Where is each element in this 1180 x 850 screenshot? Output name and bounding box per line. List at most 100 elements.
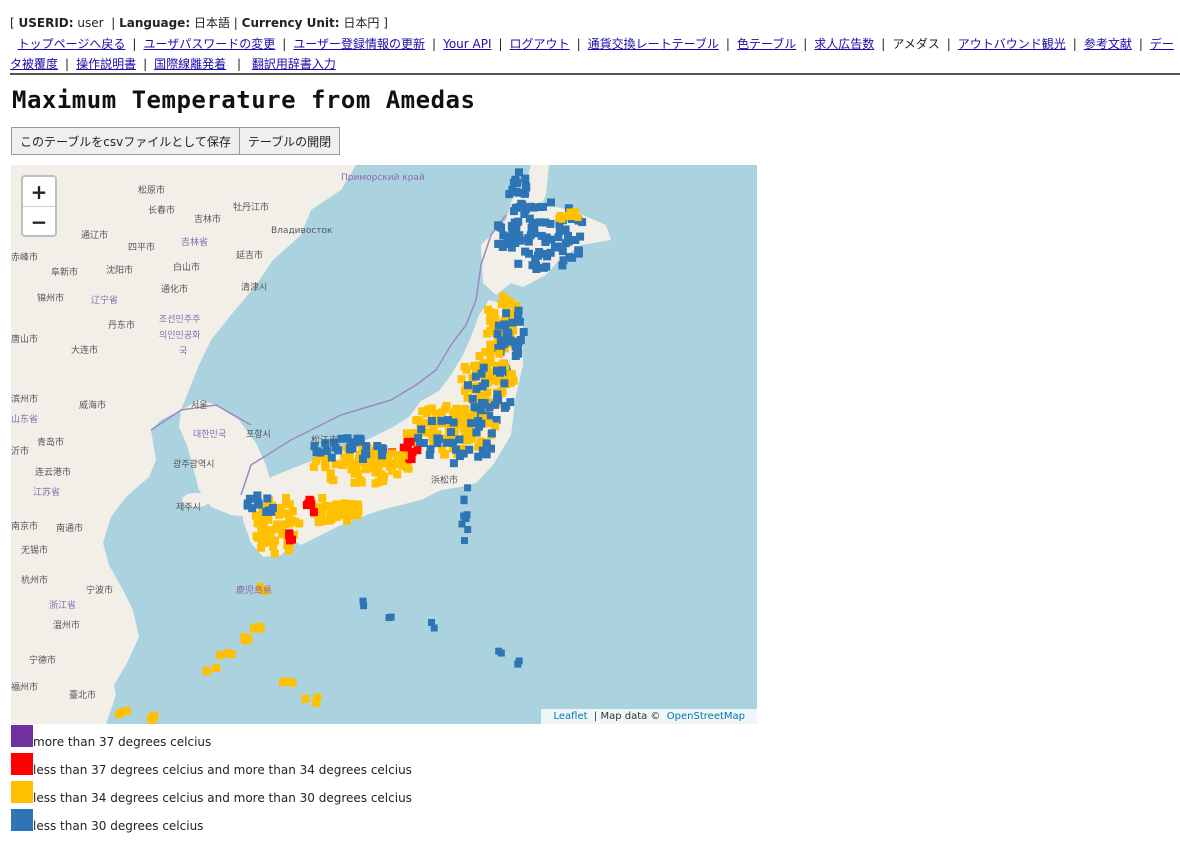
station-marker[interactable] bbox=[417, 425, 426, 434]
station-marker[interactable] bbox=[487, 429, 496, 438]
station-marker[interactable] bbox=[334, 446, 343, 455]
station-marker[interactable] bbox=[541, 218, 550, 227]
station-marker[interactable] bbox=[483, 329, 492, 338]
station-marker[interactable] bbox=[391, 459, 400, 468]
station-marker[interactable] bbox=[282, 494, 291, 502]
station-marker[interactable] bbox=[212, 664, 221, 672]
station-marker[interactable] bbox=[474, 417, 483, 425]
station-marker[interactable] bbox=[371, 479, 380, 488]
station-marker[interactable] bbox=[515, 657, 523, 665]
station-marker[interactable] bbox=[309, 508, 318, 517]
station-marker[interactable] bbox=[254, 622, 263, 631]
station-marker[interactable] bbox=[245, 494, 254, 503]
station-marker[interactable] bbox=[345, 444, 354, 453]
station-marker[interactable] bbox=[318, 494, 327, 502]
station-marker[interactable] bbox=[511, 203, 520, 212]
station-marker[interactable] bbox=[500, 379, 509, 388]
station-marker[interactable] bbox=[263, 494, 272, 503]
station-marker[interactable] bbox=[360, 602, 368, 610]
station-marker[interactable] bbox=[423, 409, 432, 418]
station-marker[interactable] bbox=[432, 409, 441, 418]
station-marker[interactable] bbox=[462, 514, 470, 522]
station-marker[interactable] bbox=[450, 408, 459, 417]
station-marker[interactable] bbox=[464, 484, 472, 492]
station-marker[interactable] bbox=[288, 507, 297, 516]
station-marker[interactable] bbox=[270, 549, 279, 558]
nav-link-top[interactable]: トップページへ戻る bbox=[18, 37, 126, 51]
station-marker[interactable] bbox=[520, 210, 529, 218]
station-marker[interactable] bbox=[510, 218, 519, 227]
station-marker[interactable] bbox=[467, 419, 476, 428]
station-marker[interactable] bbox=[521, 188, 530, 197]
station-marker[interactable] bbox=[281, 520, 290, 529]
station-marker[interactable] bbox=[478, 382, 487, 391]
station-marker[interactable] bbox=[555, 214, 563, 222]
nav-link-translation-dictionary[interactable]: 翻訳用辞書入力 bbox=[252, 57, 336, 71]
station-marker[interactable] bbox=[470, 403, 479, 412]
osm-link[interactable]: OpenStreetMap bbox=[667, 711, 745, 722]
station-marker[interactable] bbox=[328, 502, 337, 511]
station-marker[interactable] bbox=[343, 434, 352, 443]
station-marker[interactable] bbox=[519, 328, 528, 336]
station-marker[interactable] bbox=[373, 442, 382, 450]
station-marker[interactable] bbox=[504, 299, 513, 308]
station-marker[interactable] bbox=[338, 461, 347, 469]
station-marker[interactable] bbox=[203, 666, 212, 675]
station-marker[interactable] bbox=[150, 711, 159, 720]
station-marker[interactable] bbox=[494, 239, 503, 248]
station-marker[interactable] bbox=[568, 213, 576, 221]
station-marker[interactable] bbox=[359, 455, 367, 463]
station-marker[interactable] bbox=[430, 624, 438, 632]
station-marker[interactable] bbox=[356, 436, 365, 445]
station-marker[interactable] bbox=[534, 251, 542, 260]
station-marker[interactable] bbox=[514, 259, 523, 268]
station-marker[interactable] bbox=[285, 543, 294, 552]
station-marker[interactable] bbox=[564, 231, 572, 240]
station-marker[interactable] bbox=[309, 462, 318, 471]
station-marker[interactable] bbox=[295, 519, 304, 528]
station-marker[interactable] bbox=[480, 399, 489, 408]
station-marker[interactable] bbox=[493, 395, 502, 404]
station-marker[interactable] bbox=[215, 651, 224, 660]
station-marker[interactable] bbox=[433, 439, 442, 448]
station-marker[interactable] bbox=[327, 453, 336, 462]
station-marker[interactable] bbox=[502, 309, 511, 318]
station-marker[interactable] bbox=[461, 537, 468, 545]
station-marker[interactable] bbox=[465, 445, 474, 454]
nav-link-exchange-rate[interactable]: 通貨交換レートテーブル bbox=[588, 37, 719, 51]
station-marker[interactable] bbox=[514, 349, 523, 358]
station-marker[interactable] bbox=[288, 678, 297, 687]
station-marker[interactable] bbox=[500, 320, 509, 329]
station-marker[interactable] bbox=[455, 452, 464, 461]
station-marker[interactable] bbox=[460, 421, 469, 430]
station-marker[interactable] bbox=[248, 504, 257, 513]
station-marker[interactable] bbox=[427, 417, 436, 425]
station-marker[interactable] bbox=[340, 507, 349, 516]
station-marker[interactable] bbox=[280, 509, 289, 518]
station-marker[interactable] bbox=[515, 317, 524, 326]
station-marker[interactable] bbox=[499, 292, 508, 301]
nav-link-international-flights[interactable]: 国際線離発着 bbox=[154, 57, 226, 71]
station-marker[interactable] bbox=[511, 239, 520, 247]
nav-link-outbound-tourism[interactable]: アウトバウンド観光 bbox=[958, 37, 1066, 51]
station-marker[interactable] bbox=[536, 203, 545, 211]
station-marker[interactable] bbox=[484, 419, 493, 428]
station-marker[interactable] bbox=[265, 507, 274, 516]
station-marker[interactable] bbox=[574, 214, 582, 222]
station-marker[interactable] bbox=[259, 522, 268, 531]
station-marker[interactable] bbox=[357, 478, 366, 487]
station-marker[interactable] bbox=[403, 438, 412, 447]
station-marker[interactable] bbox=[502, 402, 511, 410]
station-marker[interactable] bbox=[508, 318, 517, 327]
station-marker[interactable] bbox=[562, 212, 570, 220]
station-marker[interactable] bbox=[471, 372, 480, 381]
station-marker[interactable] bbox=[493, 330, 502, 338]
nav-link-change-password[interactable]: ユーザパスワードの変更 bbox=[143, 37, 275, 51]
station-marker[interactable] bbox=[499, 231, 508, 240]
station-marker[interactable] bbox=[546, 248, 555, 257]
station-marker[interactable] bbox=[532, 265, 541, 273]
nav-link-logout[interactable]: ログアウト bbox=[510, 37, 570, 51]
station-marker[interactable] bbox=[527, 223, 536, 232]
nav-link-job-ads[interactable]: 求人広告数 bbox=[814, 37, 874, 51]
station-marker[interactable] bbox=[370, 456, 379, 465]
